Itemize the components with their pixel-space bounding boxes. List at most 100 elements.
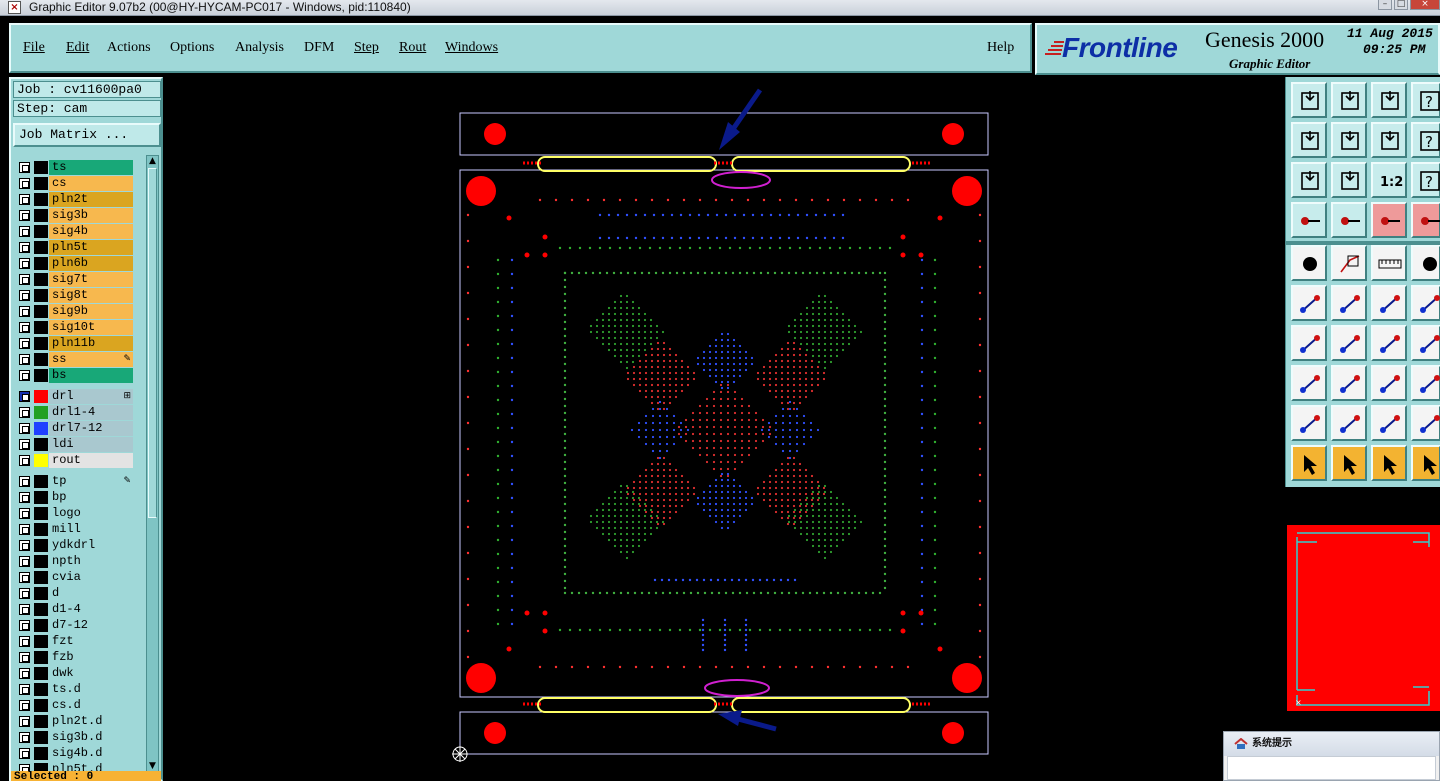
- layer-color-swatch[interactable]: [34, 177, 48, 190]
- layer-row-sig3b[interactable]: sig3b: [13, 208, 141, 223]
- layer-color-swatch[interactable]: [34, 651, 48, 664]
- maximize-button[interactable]: □: [1394, 0, 1408, 10]
- layer-row-logo[interactable]: logo: [13, 506, 141, 521]
- menu-edit[interactable]: Edit: [66, 40, 89, 56]
- layer-checkbox[interactable]: [19, 210, 30, 221]
- layer-name[interactable]: logo: [49, 506, 133, 521]
- layer-color-swatch[interactable]: [34, 731, 48, 744]
- layer-row-pln5t-d[interactable]: pln5t.d: [13, 762, 141, 771]
- home-icon[interactable]: [1371, 82, 1407, 118]
- layer-row-drl[interactable]: drl ⊞: [13, 389, 141, 404]
- layer-checkbox[interactable]: [19, 764, 30, 771]
- layer-name[interactable]: npth: [49, 554, 133, 569]
- ruler-icon[interactable]: [1371, 245, 1407, 281]
- window-icon[interactable]: ?: [1411, 82, 1440, 118]
- help-icon[interactable]: ?: [1411, 162, 1440, 198]
- layer-row-cs[interactable]: cs: [13, 176, 141, 191]
- fit-all-icon[interactable]: [1291, 162, 1327, 198]
- layer-name[interactable]: cs: [49, 176, 133, 191]
- layer-checkbox[interactable]: [19, 354, 30, 365]
- close-button[interactable]: ×: [1410, 0, 1440, 10]
- layer-color-swatch[interactable]: [34, 289, 48, 302]
- layer-checkbox[interactable]: [19, 732, 30, 743]
- layer-checkbox[interactable]: [19, 620, 30, 631]
- layer-checkbox[interactable]: [19, 338, 30, 349]
- menu-analysis[interactable]: Analysis: [235, 40, 284, 56]
- layer-name[interactable]: pln2t.d: [49, 714, 133, 729]
- layer-name[interactable]: sig10t: [49, 320, 133, 335]
- layer-row-bs[interactable]: bs: [13, 368, 141, 383]
- pointer-box-icon[interactable]: [1331, 445, 1367, 481]
- layer-checkbox[interactable]: [19, 572, 30, 583]
- layer-color-swatch[interactable]: [34, 209, 48, 222]
- zoom-home-icon[interactable]: [1291, 82, 1327, 118]
- layer-name[interactable]: d: [49, 586, 133, 601]
- layer-name[interactable]: d7-12: [49, 618, 133, 633]
- layer-color-swatch[interactable]: [34, 369, 48, 382]
- layer-color-swatch[interactable]: [34, 555, 48, 568]
- layer-checkbox[interactable]: [19, 476, 30, 487]
- layer-row-fzb[interactable]: fzb: [13, 650, 141, 665]
- minimize-button[interactable]: –: [1378, 0, 1392, 10]
- pointer-icon[interactable]: [1291, 445, 1327, 481]
- layer-checkbox[interactable]: [19, 524, 30, 535]
- layer-checkbox[interactable]: [19, 194, 30, 205]
- system-prompt-window[interactable]: 系统提示: [1223, 731, 1440, 781]
- layer-name[interactable]: sig3b.d: [49, 730, 133, 745]
- group-icon[interactable]: [1411, 365, 1440, 401]
- layer-row-npth[interactable]: npth: [13, 554, 141, 569]
- layer-row-ydkdrl[interactable]: ydkdrl: [13, 538, 141, 553]
- pan-right-icon[interactable]: [1331, 122, 1367, 158]
- wave-icon[interactable]: [1411, 405, 1440, 441]
- layer-name[interactable]: fzb: [49, 650, 133, 665]
- layer-checkbox[interactable]: [19, 556, 30, 567]
- layer-row-sig8t[interactable]: sig8t: [13, 288, 141, 303]
- layer-color-swatch[interactable]: [34, 273, 48, 286]
- layer-color-swatch[interactable]: [34, 475, 48, 488]
- layer-checkbox[interactable]: [19, 716, 30, 727]
- layer-row-drl1-4[interactable]: drl1-4: [13, 405, 141, 420]
- grid-snap-icon[interactable]: [1291, 365, 1327, 401]
- layer-color-swatch[interactable]: [34, 715, 48, 728]
- layer-checkbox[interactable]: [19, 748, 30, 759]
- slash-icon[interactable]: [1331, 325, 1367, 361]
- layer-color-swatch[interactable]: [34, 337, 48, 350]
- layer-checkbox[interactable]: [19, 178, 30, 189]
- layer-checkbox[interactable]: [19, 274, 30, 285]
- layer-checkbox[interactable]: [19, 700, 30, 711]
- layer-row-ts-d[interactable]: ts.d: [13, 682, 141, 697]
- layer-name[interactable]: ss ✎: [49, 352, 133, 367]
- net-tool-icon[interactable]: [1371, 202, 1407, 238]
- layer-color-swatch[interactable]: [34, 619, 48, 632]
- layer-color-swatch[interactable]: [34, 507, 48, 520]
- layer-checkbox[interactable]: [19, 242, 30, 253]
- scroll-thumb[interactable]: [148, 168, 157, 518]
- layer-color-swatch[interactable]: [34, 422, 48, 435]
- connect-icon[interactable]: [1291, 285, 1327, 321]
- layer-color-swatch[interactable]: [34, 635, 48, 648]
- layer-color-swatch[interactable]: [34, 321, 48, 334]
- layer-checkbox[interactable]: [19, 322, 30, 333]
- angle-icon[interactable]: [1291, 325, 1327, 361]
- layer-row-dwk[interactable]: dwk: [13, 666, 141, 681]
- layer-checkbox[interactable]: [19, 306, 30, 317]
- menu-step[interactable]: Step: [354, 40, 379, 56]
- layer-row-sig3b-d[interactable]: sig3b.d: [13, 730, 141, 745]
- dot-icon[interactable]: [1411, 245, 1440, 281]
- layer-row-rout[interactable]: rout: [13, 453, 141, 468]
- minus-icon[interactable]: [1331, 365, 1367, 401]
- frame-icon[interactable]: [1411, 325, 1440, 361]
- layer-row-cs-d[interactable]: cs.d: [13, 698, 141, 713]
- layer-row-sig9b[interactable]: sig9b: [13, 304, 141, 319]
- layer-name[interactable]: sig7t: [49, 272, 133, 287]
- layer-name[interactable]: pln6b: [49, 256, 133, 271]
- layer-row-mill[interactable]: mill: [13, 522, 141, 537]
- layer-row-d1-4[interactable]: d1-4: [13, 602, 141, 617]
- layer-name[interactable]: pln2t: [49, 192, 133, 207]
- layer-name[interactable]: cvia: [49, 570, 133, 585]
- layer-checkbox[interactable]: [19, 636, 30, 647]
- layer-name[interactable]: ts.d: [49, 682, 133, 697]
- layer-color-swatch[interactable]: [34, 683, 48, 696]
- layer-name[interactable]: sig9b: [49, 304, 133, 319]
- layer-name[interactable]: ts: [49, 160, 133, 175]
